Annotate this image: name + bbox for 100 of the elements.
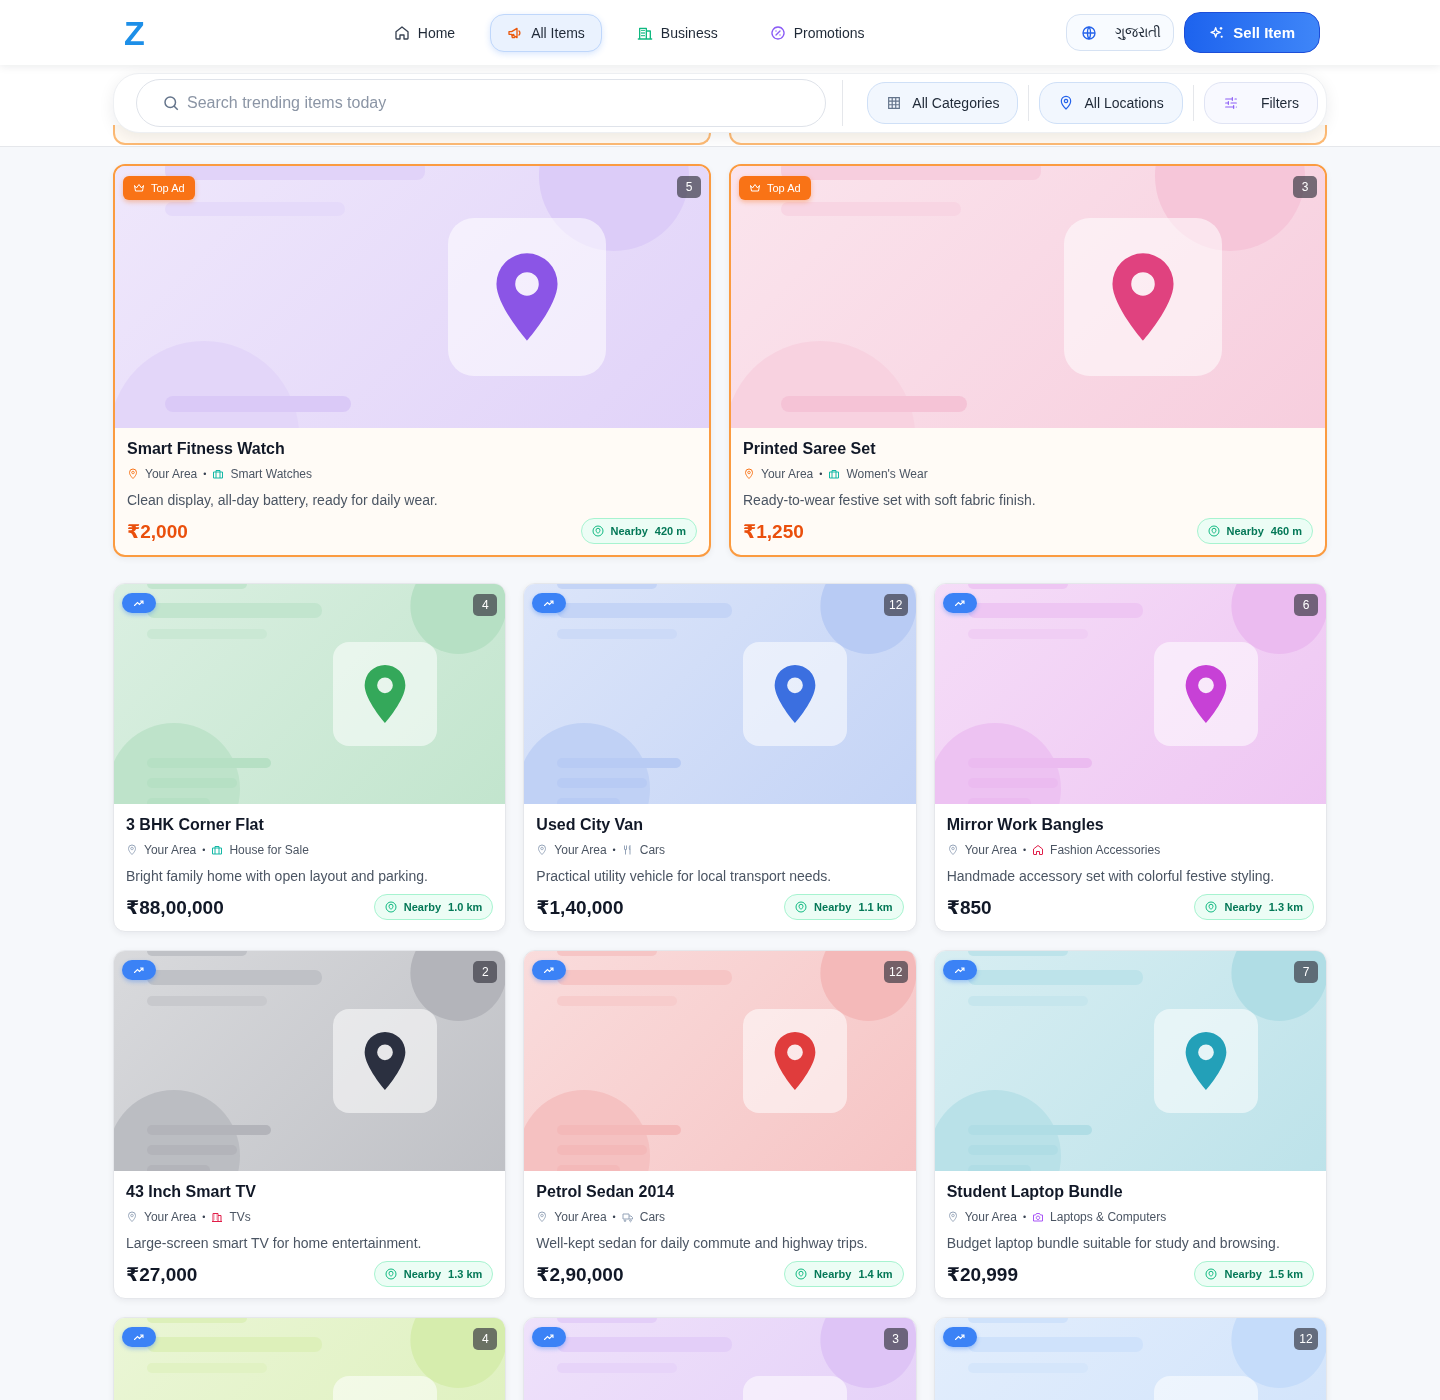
listing-description: Large-screen smart TV for home entertainment. <box>126 1235 423 1251</box>
sell-item-button[interactable]: Sell Item <box>1184 12 1320 53</box>
filter-button[interactable]: All Categories <box>867 82 1019 124</box>
separator-dot: • <box>202 1212 206 1222</box>
listing-card[interactable]: 12 <box>933 1317 1327 1400</box>
listing-description: Well-kept sedan for daily commute and highway trips. <box>536 1235 869 1251</box>
location-pin-icon <box>126 1211 138 1223</box>
listing-title: Printed Saree Set <box>743 440 877 458</box>
top-ad-badge: Top Ad <box>739 176 811 200</box>
category-text: Women's Wear <box>846 467 928 481</box>
listing-card[interactable]: 7 Student Laptop Bundle Your Area • Laptops & Computers Budget laptop bundle suitable for study and browsing. ₹20,999 Nearby 1.5 km <box>933 950 1327 1299</box>
listing-title: Mirror Work Bangles <box>946 816 1105 834</box>
listing-card[interactable]: 2 43 Inch Smart TV Your Area • TVs Large-screen smart TV for home entertainment. ₹27,000 Nearby 1.3 km <box>113 950 507 1299</box>
briefcase-icon <box>212 468 225 480</box>
listing-card[interactable]: 4 <box>113 1317 507 1400</box>
nav-link[interactable]: Business <box>619 13 735 52</box>
camera-icon <box>1032 1211 1045 1223</box>
location-pin-icon <box>536 1211 549 1223</box>
listing-card[interactable]: Top Ad 5 Smart Fitness Watch Your Area • Smart Watches Clean display, all-day battery, ready for daily wear. ₹2,000 Nearby 420 m <box>113 164 711 557</box>
globe-icon <box>1081 24 1098 41</box>
skeleton-bar <box>557 798 621 804</box>
location-icon <box>384 901 397 913</box>
nav-link[interactable]: All Items <box>490 13 602 52</box>
filter-button[interactable]: All Locations <box>1039 82 1183 124</box>
listing-card[interactable]: 12 Used City Van Your Area • Cars Practical utility vehicle for local transport needs. ₹1,40,000 Nearby 1.1 km <box>523 583 917 932</box>
photo-count: 4 <box>473 1328 498 1350</box>
percent-icon <box>769 24 786 41</box>
language-button[interactable]: ગુજરાતી <box>1066 14 1175 51</box>
distance-badge: Nearby 1.4 km <box>784 1261 904 1287</box>
distance-badge: Nearby 1.5 km <box>1194 1261 1314 1287</box>
separator-dot: • <box>202 845 206 855</box>
listing-description: Budget laptop bundle suitable for study and browsing. <box>946 1235 1281 1251</box>
listing-price: ₹2,000 <box>127 519 188 543</box>
trending-up-icon <box>133 964 145 976</box>
listing-price: ₹20,999 <box>946 1262 1018 1286</box>
photo-count: 7 <box>1294 961 1318 983</box>
listing-price: ₹2,90,000 <box>536 1262 624 1286</box>
location-text: Your Area <box>144 843 197 857</box>
trending-up-icon <box>953 964 966 976</box>
category-text: House for Sale <box>229 843 309 857</box>
skeleton-bar <box>147 798 210 804</box>
skeleton-bar <box>147 1165 210 1171</box>
briefcase-icon <box>828 468 841 480</box>
location-text: Your Area <box>964 1210 1017 1224</box>
location-pin-icon <box>536 844 549 856</box>
listing-description: Practical utility vehicle for local transport needs. <box>536 868 833 884</box>
listing-price: ₹850 <box>946 895 992 919</box>
briefcase-icon <box>211 844 224 856</box>
truck-icon <box>621 1211 634 1223</box>
separator-dot: • <box>612 1212 616 1222</box>
category-text: Laptops & Computers <box>1050 1210 1167 1224</box>
search-field[interactable]: Search trending items today <box>136 79 827 127</box>
location-text: Your Area <box>554 1210 607 1224</box>
category-text: Cars <box>639 1210 666 1224</box>
listing-card[interactable]: 6 Mirror Work Bangles Your Area • Fashion Accessories Handmade accessory set with colorful festive styling. ₹850 Nearby 1.3 km <box>933 583 1327 932</box>
grid-icon <box>886 95 903 111</box>
listing-card[interactable]: 3 <box>523 1317 917 1400</box>
location-text: Your Area <box>144 1210 197 1224</box>
listing-price: ₹88,00,000 <box>126 895 224 919</box>
separator-dot: • <box>1022 1212 1027 1222</box>
location-pin-icon <box>126 844 138 856</box>
photo-count: 4 <box>473 594 498 616</box>
location-icon <box>1207 525 1220 537</box>
home-icon <box>393 24 410 41</box>
listing-title: Smart Fitness Watch <box>127 440 286 458</box>
crown-icon <box>749 182 761 194</box>
nav-link[interactable]: Promotions <box>752 13 882 52</box>
listing-card[interactable]: Top Ad 3 Printed Saree Set Your Area • Women's Wear Ready-to-wear festive set with soft fabric finish. ₹1,250 Nearby 460 m <box>729 164 1327 557</box>
location-icon <box>1205 901 1218 913</box>
nav-link[interactable]: Home <box>376 13 473 52</box>
listing-card[interactable]: 12 Petrol Sedan 2014 Your Area • Cars Well-kept sedan for daily commute and highway trips. ₹2,90,000 Nearby 1.4 km <box>523 950 917 1299</box>
skeleton-bar <box>967 798 1031 804</box>
location-icon <box>384 1268 397 1280</box>
trending-up-icon <box>543 597 556 609</box>
listing-card[interactable]: 4 3 BHK Corner Flat Your Area • House for Sale Bright family home with open layout and parking. ₹88,00,000 Nearby 1.0 km <box>113 583 507 932</box>
photo-count: 5 <box>677 176 701 198</box>
listing-description: Handmade accessory set with colorful festive styling. <box>946 868 1276 884</box>
trending-up-icon <box>543 964 556 976</box>
listing-title: 43 Inch Smart TV <box>126 1183 257 1201</box>
photo-count: 12 <box>883 961 908 983</box>
distance-badge: Nearby 460 m <box>1196 518 1313 544</box>
location-pin-icon <box>743 468 755 480</box>
distance-badge: Nearby 1.1 km <box>784 894 904 920</box>
utensils-icon <box>621 844 634 856</box>
listing-description: Bright family home with open layout and parking. <box>126 868 429 884</box>
photo-count: 3 <box>883 1328 908 1350</box>
distance-badge: Nearby 420 m <box>580 518 697 544</box>
separator-dot: • <box>1022 845 1027 855</box>
location-icon <box>795 901 808 913</box>
trending-up-icon <box>953 597 966 609</box>
category-text: Fashion Accessories <box>1050 843 1161 857</box>
distance-badge: Nearby 1.3 km <box>373 1261 494 1287</box>
listing-price: ₹1,40,000 <box>536 895 624 919</box>
crown-icon <box>133 182 145 194</box>
location-pin-icon <box>946 1211 959 1223</box>
filter-button[interactable]: Filters <box>1203 82 1318 124</box>
top-ad-badge: Top Ad <box>123 176 195 200</box>
location-text: Your Area <box>761 467 814 481</box>
location-pin-icon <box>946 844 959 856</box>
trending-up-icon <box>133 1331 145 1343</box>
